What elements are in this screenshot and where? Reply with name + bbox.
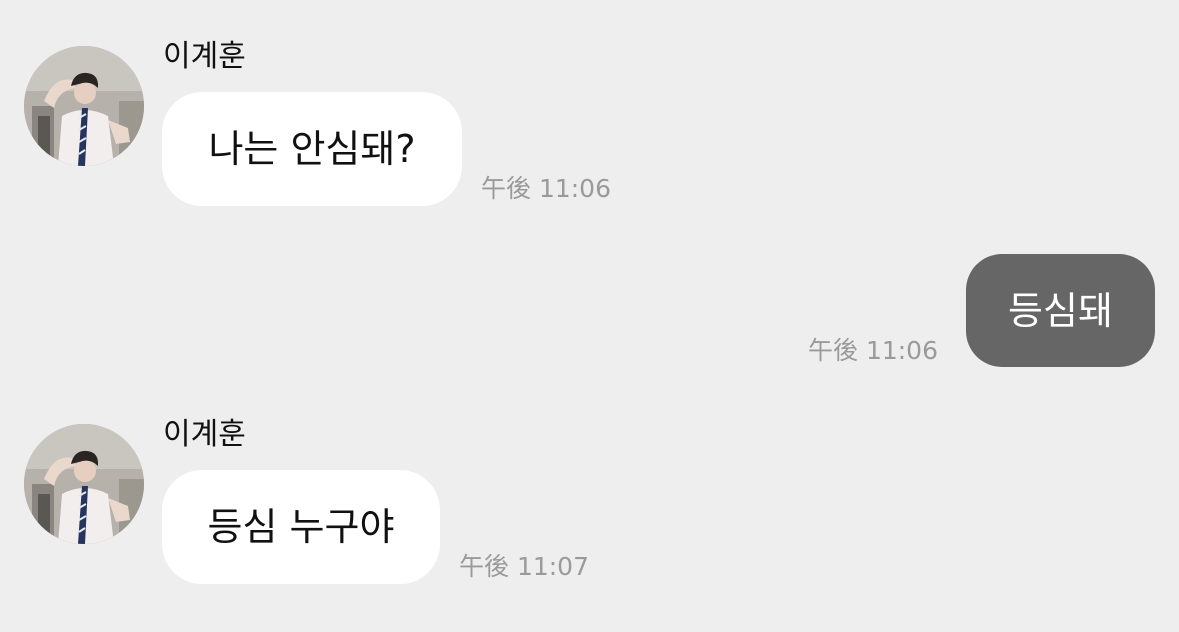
profile-photo-icon xyxy=(24,46,144,166)
chat-thread: 이계훈 나는 안심돼? 午後 11:06 午後 11:06 등심돼 이계훈 등심… xyxy=(0,0,1179,632)
avatar[interactable] xyxy=(24,424,144,544)
sender-name: 이계훈 xyxy=(163,417,246,452)
message-bubble[interactable]: 등심 누구야 xyxy=(162,470,440,584)
message-bubble[interactable]: 나는 안심돼? xyxy=(162,92,462,206)
sender-name: 이계훈 xyxy=(163,39,246,74)
profile-photo-icon xyxy=(24,424,144,544)
message-timestamp: 午後 11:06 xyxy=(481,174,611,203)
avatar[interactable] xyxy=(24,46,144,166)
message-bubble[interactable]: 등심돼 xyxy=(966,254,1155,367)
message-text: 나는 안심돼? xyxy=(208,127,416,171)
message-timestamp: 午後 11:06 xyxy=(808,336,938,365)
message-text: 등심 누구야 xyxy=(207,505,395,549)
message-text: 등심돼 xyxy=(1008,288,1113,333)
message-timestamp: 午後 11:07 xyxy=(459,552,589,581)
